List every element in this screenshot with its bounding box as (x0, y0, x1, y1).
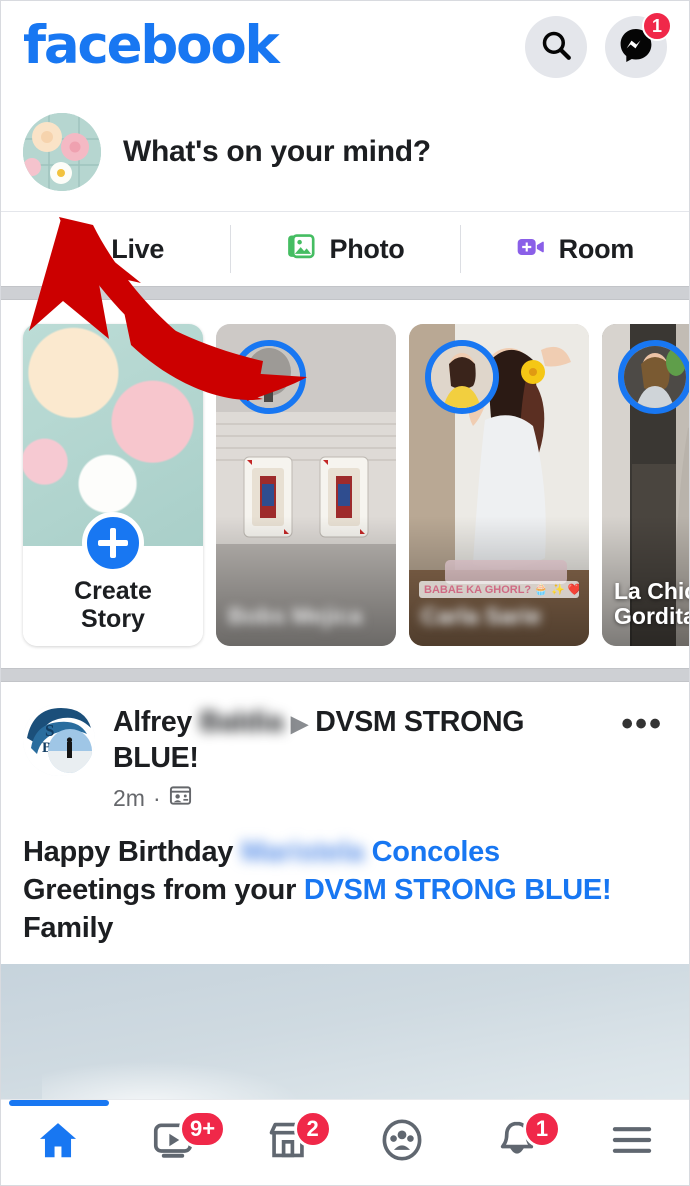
create-story-label: Create Story (23, 577, 203, 635)
story-author-avatar-ring[interactable] (618, 340, 689, 414)
photo-library-icon (286, 231, 318, 268)
story-card[interactable]: La Chica Gordita (602, 324, 689, 646)
live-video-label: Live (111, 233, 165, 264)
create-story-card[interactable]: Create Story (23, 324, 203, 646)
post-body-part2: Greetings from your (23, 874, 304, 907)
nav-item-notifications[interactable]: 1 (460, 1100, 575, 1185)
feed-post: S B Alfrey Baldia ▶ DVSM STRONG BLUE! 2m… (1, 682, 689, 964)
watch-badge: 9+ (179, 1110, 227, 1148)
notifications-badge: 1 (523, 1110, 562, 1148)
story-sticker: BABAE KA GHORL? 🧁 ✨ ❤️ (419, 578, 579, 600)
story-author-avatar-ring[interactable] (232, 340, 306, 414)
search-button[interactable] (525, 16, 587, 78)
post-composer[interactable]: What's on your mind? (1, 93, 689, 211)
post-body-text: Happy Birthday Maristela Concoles Greeti… (23, 833, 667, 964)
composer-avatar[interactable] (23, 113, 101, 191)
bottom-navigation-bar: 9+ 2 1 (1, 1099, 689, 1185)
story-author-avatar (431, 346, 493, 408)
facebook-wordmark[interactable]: facebook (23, 19, 280, 72)
messenger-button[interactable]: 1 (605, 11, 672, 78)
composer-prompt-text[interactable]: What's on your mind? (123, 135, 431, 169)
nav-item-watch[interactable]: 9+ (116, 1100, 231, 1185)
story-author-avatar (238, 346, 300, 408)
plus-icon[interactable] (82, 512, 144, 574)
post-author-avatar[interactable]: S B (23, 704, 95, 776)
nav-item-menu[interactable] (574, 1100, 689, 1185)
story-card[interactable]: BABAE KA GHORL? 🧁 ✨ ❤️ Carla Sarie (409, 324, 589, 646)
section-divider-2 (1, 668, 689, 682)
post-header: S B Alfrey Baldia ▶ DVSM STRONG BLUE! 2m… (23, 704, 667, 813)
search-icon (539, 28, 573, 67)
post-mention-name[interactable]: Concoles (364, 836, 500, 868)
post-mention-group[interactable]: DVSM STRONG BLUE! (304, 874, 612, 906)
story-sticker-text: BABAE KA GHORL? 🧁 ✨ ❤️ (419, 580, 579, 598)
post-meta-separator: · (152, 784, 161, 811)
photo-label: Photo (329, 233, 405, 264)
hamburger-menu-icon (610, 1122, 654, 1163)
live-video-button[interactable]: Live (1, 212, 230, 286)
active-tab-indicator (9, 1100, 109, 1106)
stories-section: Create Story Bobs Mejica BABAE KA GHORL?… (1, 300, 689, 668)
top-app-bar: facebook 1 (1, 1, 689, 93)
caret-right-icon: ▶ (290, 711, 308, 736)
nav-item-marketplace[interactable]: 2 (230, 1100, 345, 1185)
group-audience-icon[interactable] (169, 784, 192, 813)
story-author-avatar-ring[interactable] (425, 340, 499, 414)
post-author-name[interactable]: Alfrey (113, 706, 192, 738)
marketplace-badge: 2 (293, 1110, 332, 1148)
groups-icon (380, 1118, 424, 1167)
create-story-label-line1: Create (74, 576, 152, 605)
nav-item-home[interactable] (1, 1100, 116, 1185)
story-author-name: Carla Sarie (421, 603, 542, 630)
section-divider-1 (1, 286, 689, 300)
story-author-name: La Chica Gordita (614, 577, 689, 630)
messenger-badge: 1 (642, 11, 672, 41)
post-timestamp[interactable]: 2m (113, 785, 145, 812)
create-story-label-line2: Story (81, 605, 145, 634)
story-card[interactable]: Bobs Mejica (216, 324, 396, 646)
more-options-icon[interactable]: ••• (611, 704, 667, 741)
post-header-text: Alfrey Baldia ▶ DVSM STRONG BLUE! 2m · (113, 704, 611, 813)
story-author-name: Bobs Mejica (228, 603, 363, 630)
post-meta: 2m · (113, 784, 611, 813)
top-bar-actions: 1 (525, 11, 672, 78)
story-author-avatar (624, 346, 686, 408)
post-title-line: Alfrey Baldia ▶ DVSM STRONG BLUE! (113, 704, 611, 777)
home-icon (35, 1117, 81, 1168)
post-body-part3: Family (23, 912, 114, 945)
room-label: Room (558, 233, 635, 264)
photo-button[interactable]: Photo (230, 212, 459, 286)
stories-rail[interactable]: Create Story Bobs Mejica BABAE KA GHORL?… (23, 324, 689, 646)
nav-item-groups[interactable] (345, 1100, 460, 1185)
video-room-icon (515, 231, 547, 268)
room-button[interactable]: Room (459, 212, 689, 286)
composer-action-row: Live Photo Room (1, 212, 689, 286)
post-mention-blurred: Maristela (240, 835, 364, 868)
post-author-surname-blurred: Baldia (199, 706, 284, 738)
live-video-icon (67, 231, 99, 268)
post-body-part1: Happy Birthday (23, 835, 241, 868)
facebook-mobile-app: facebook 1 What's on your mind? Live Pho… (0, 0, 690, 1186)
